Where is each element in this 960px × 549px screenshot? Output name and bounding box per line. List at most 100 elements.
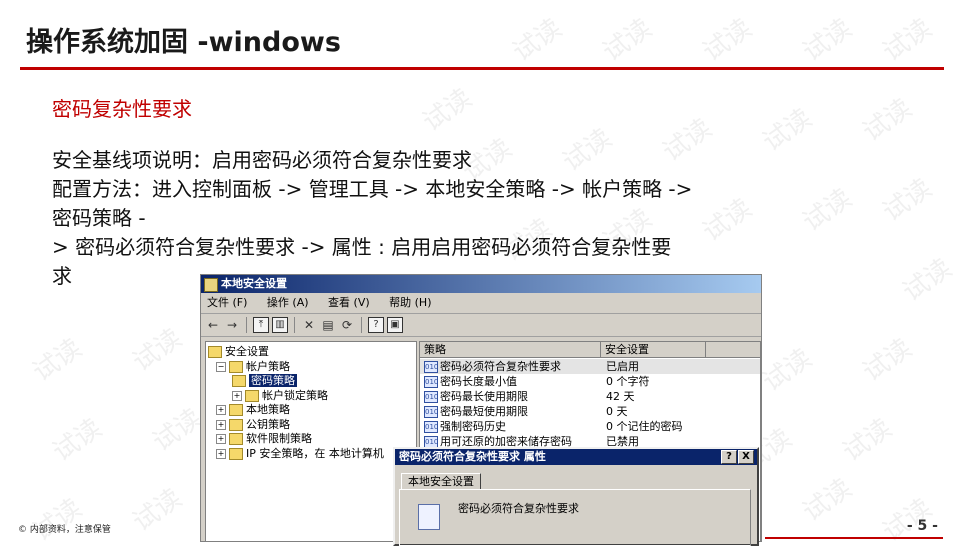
watermark-text: 试读 bbox=[47, 413, 108, 468]
expand-icon[interactable]: + bbox=[216, 405, 226, 415]
tab-local-security-setting[interactable]: 本地安全设置 bbox=[401, 473, 481, 490]
toolbar-separator bbox=[361, 317, 362, 333]
tree-node-label: 帐户策略 bbox=[246, 359, 290, 373]
properties-icon[interactable]: ▤ bbox=[320, 317, 336, 333]
forward-arrow-icon[interactable]: → bbox=[224, 317, 240, 333]
show-tree-icon[interactable]: ▥ bbox=[272, 317, 288, 333]
menu-action[interactable]: 操作 (A) bbox=[267, 296, 309, 309]
policy-row[interactable]: 010 密码必须符合复杂性要求 已启用 bbox=[420, 359, 760, 374]
policy-name: 密码必须符合复杂性要求 bbox=[440, 360, 561, 373]
policy-name: 密码最短使用期限 bbox=[440, 405, 528, 418]
policy-icon: 010 bbox=[424, 391, 439, 403]
description-line: 配置方法：进入控制面板 -> 管理工具 -> 本地安全策略 -> 帐户策略 -> bbox=[52, 177, 693, 201]
tree-node-label: IP 安全策略，在 本地计算机 bbox=[246, 446, 384, 460]
back-arrow-icon[interactable]: ← bbox=[205, 317, 221, 333]
footer-notice: © 内部资料，注意保管 bbox=[18, 525, 111, 535]
page-number: - 5 - bbox=[906, 518, 938, 534]
app-icon bbox=[204, 278, 218, 292]
policy-setting: 0 天 bbox=[606, 405, 628, 418]
folder-icon bbox=[245, 389, 259, 402]
description-line: > 密码必须符合复杂性要求 -> 属性 : 启用启用密码必须符合复杂性要 bbox=[52, 235, 672, 259]
policy-setting: 0 个字符 bbox=[606, 375, 650, 388]
help-icon[interactable]: ? bbox=[368, 317, 384, 333]
description-text: 安全基线项说明：启用密码必须符合复杂性要求 配置方法：进入控制面板 -> 管理工… bbox=[52, 146, 792, 291]
tree-node-label: 安全设置 bbox=[225, 345, 269, 358]
footer-divider bbox=[765, 537, 943, 539]
watermark-text: 试读 bbox=[797, 183, 858, 238]
folder-icon bbox=[229, 418, 243, 431]
menu-view[interactable]: 查看 (V) bbox=[328, 296, 370, 309]
column-header-policy[interactable]: 策略 bbox=[420, 342, 601, 357]
policy-name: 强制密码历史 bbox=[440, 420, 506, 433]
policy-icon: 010 bbox=[424, 421, 439, 433]
policy-setting: 已启用 bbox=[606, 360, 639, 373]
watermark-text: 试读 bbox=[597, 13, 658, 68]
tree-node-label: 密码策略 bbox=[249, 374, 297, 387]
watermark-text: 试读 bbox=[877, 173, 938, 228]
tree-node-label: 公钥策略 bbox=[246, 417, 290, 431]
folder-icon bbox=[229, 447, 243, 460]
folder-icon bbox=[229, 404, 243, 416]
collapse-icon[interactable]: − bbox=[216, 361, 226, 372]
tree-node-label: 帐户锁定策略 bbox=[262, 388, 328, 402]
folder-icon bbox=[229, 360, 243, 373]
policy-row[interactable]: 010 强制密码历史 0 个记住的密码 bbox=[420, 419, 760, 434]
watermark-text: 试读 bbox=[127, 323, 188, 378]
dialog-titlebar: 密码必须符合复杂性要求 属性 ? X bbox=[395, 449, 757, 465]
close-button[interactable]: X bbox=[738, 450, 754, 464]
expand-icon[interactable]: + bbox=[216, 434, 226, 444]
properties-dialog: 密码必须符合复杂性要求 属性 ? X 本地安全设置 密码必须符合复杂性要求 bbox=[393, 447, 759, 546]
tree-node[interactable]: 安全设置 bbox=[208, 345, 269, 359]
watermark-text: 试读 bbox=[27, 333, 88, 388]
watermark-text: 试读 bbox=[897, 253, 958, 308]
help-button[interactable]: ? bbox=[721, 450, 737, 464]
policy-name: 密码最长使用期限 bbox=[440, 390, 528, 403]
folder-icon bbox=[208, 346, 222, 358]
slide-title: 操作系统加固 -windows bbox=[26, 27, 341, 58]
policy-setting: 0 个记住的密码 bbox=[606, 420, 683, 433]
expand-icon[interactable]: + bbox=[216, 419, 226, 430]
tree-node[interactable]: + 本地策略 bbox=[216, 403, 290, 417]
watermark-text: 试读 bbox=[797, 13, 858, 68]
policy-icon: 010 bbox=[424, 361, 439, 373]
description-line: 安全基线项说明：启用密码必须符合复杂性要求 bbox=[52, 148, 472, 172]
watermark-text: 试读 bbox=[757, 343, 818, 398]
policy-icon: 010 bbox=[424, 406, 439, 418]
watermark-text: 试读 bbox=[797, 473, 858, 528]
menu-file[interactable]: 文件 (F) bbox=[207, 296, 247, 309]
watermark-text: 试读 bbox=[837, 413, 898, 468]
policy-row[interactable]: 010 密码最短使用期限 0 天 bbox=[420, 404, 760, 419]
refresh-icon[interactable]: ⟳ bbox=[339, 317, 355, 333]
tree-node[interactable]: + 软件限制策略 bbox=[216, 432, 312, 446]
watermark-text: 试读 bbox=[417, 83, 478, 138]
watermark-text: 试读 bbox=[127, 483, 188, 538]
list-header: 策略 安全设置 bbox=[420, 342, 760, 358]
menu-help[interactable]: 帮助 (H) bbox=[389, 296, 431, 309]
policy-setting: 42 天 bbox=[606, 390, 635, 403]
tree-node[interactable]: + IP 安全策略，在 本地计算机 bbox=[216, 447, 384, 461]
toolbar-separator bbox=[294, 317, 295, 333]
folder-icon bbox=[232, 375, 246, 387]
tree-node[interactable]: 密码策略 bbox=[232, 374, 297, 388]
watermark-text: 试读 bbox=[877, 13, 938, 68]
policy-row[interactable]: 010 密码长度最小值 0 个字符 bbox=[420, 374, 760, 389]
delete-icon[interactable]: ✕ bbox=[301, 317, 317, 333]
toolbar: ← → ⤒ ▥ ✕ ▤ ⟳ ? ▣ bbox=[201, 314, 761, 337]
policy-document-icon bbox=[418, 504, 440, 530]
description-line: 密码策略 - bbox=[52, 206, 146, 230]
folder-icon bbox=[229, 433, 243, 445]
menu-bar: 文件 (F) 操作 (A) 查看 (V) 帮助 (H) bbox=[201, 293, 761, 314]
expand-icon[interactable]: + bbox=[216, 448, 226, 459]
watermark-text: 试读 bbox=[697, 13, 758, 68]
tree-node[interactable]: + 公钥策略 bbox=[216, 418, 290, 432]
tree-node[interactable]: + 帐户锁定策略 bbox=[232, 389, 328, 403]
column-header-setting[interactable]: 安全设置 bbox=[601, 342, 706, 357]
dialog-policy-label: 密码必须符合复杂性要求 bbox=[458, 502, 579, 515]
title-divider bbox=[20, 67, 944, 70]
tree-node-label: 本地策略 bbox=[246, 403, 290, 416]
up-folder-icon[interactable]: ⤒ bbox=[253, 317, 269, 333]
expand-icon[interactable]: + bbox=[232, 390, 242, 401]
console-icon[interactable]: ▣ bbox=[387, 317, 403, 333]
policy-row[interactable]: 010 密码最长使用期限 42 天 bbox=[420, 389, 760, 404]
tree-node[interactable]: − 帐户策略 bbox=[216, 360, 290, 374]
